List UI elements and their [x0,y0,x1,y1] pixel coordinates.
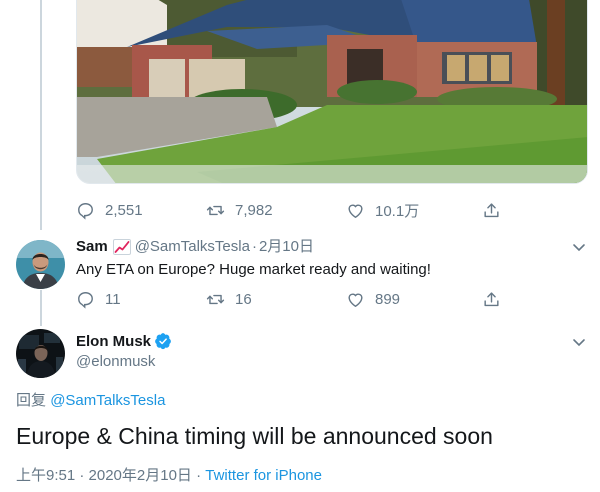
tweet-metadata: 上午9:51 · 2020年2月10日 · Twitter for iPhone [16,464,322,485]
tweet-photo[interactable] [76,0,588,184]
reply-author-handle[interactable]: @SamTalksTesla [135,237,250,257]
thread-line-top [40,0,42,230]
avatar-sam[interactable] [16,240,65,289]
retweet-icon [206,294,225,304]
share-action[interactable] [482,201,501,220]
like-count: 899 [375,290,401,308]
chevron-down-icon [573,339,585,347]
retweet-count: 16 [235,290,252,308]
tweet-source-link[interactable]: Twitter for iPhone [205,467,322,484]
chart-increasing-emoji [112,239,131,255]
reply-header: Sam @SamTalksTesla · 2月10日 [76,237,314,257]
retweet-action[interactable]: 16 [206,290,346,309]
replying-to: 回复 @SamTalksTesla [16,389,165,410]
like-icon [348,293,363,307]
share-action[interactable] [482,290,501,309]
tweet-above-actions: 2,551 7,982 10.1万 [76,198,516,222]
like-action[interactable]: 899 [346,290,482,309]
reply-more-button[interactable] [570,238,588,256]
replying-prefix: 回复 [16,392,47,409]
retweet-action[interactable]: 7,982 [206,201,346,220]
reply-actions: 11 16 899 [76,287,516,311]
retweet-icon [206,205,225,215]
reply-separator: · [251,238,257,255]
retweet-count: 7,982 [235,201,273,219]
chevron-down-icon [573,244,585,252]
main-tweet-text: Europe & China timing will be announced … [16,423,493,449]
like-count: 10.1万 [375,202,420,220]
reply-action[interactable]: 2,551 [76,201,206,220]
replying-to-handle-link[interactable]: @SamTalksTesla [50,392,165,409]
avatar-elon-musk[interactable] [16,329,65,378]
like-icon [348,204,363,218]
reply-date[interactable]: 2月10日 [259,237,314,257]
reply-action[interactable]: 11 [76,290,206,309]
reply-count: 2,551 [105,201,143,219]
main-author-name[interactable]: Elon Musk [76,333,151,350]
tweet-timestamp[interactable]: 上午9:51 · 2020年2月10日 · [16,467,205,484]
thread-line-bottom [40,290,42,326]
main-author-handle[interactable]: @elonmusk [76,353,155,370]
reply-icon [78,291,93,309]
reply-author-name[interactable]: Sam [76,237,108,257]
reply-icon [78,202,93,220]
main-author-name-row: Elon Musk [76,332,172,350]
share-icon [484,291,499,306]
reply-text: Any ETA on Europe? Huge market ready and… [76,261,431,278]
reply-count: 11 [105,290,121,308]
like-action[interactable]: 10.1万 [346,200,482,221]
share-icon [484,202,499,217]
main-more-button[interactable] [570,333,588,351]
verified-badge-icon [155,333,171,350]
